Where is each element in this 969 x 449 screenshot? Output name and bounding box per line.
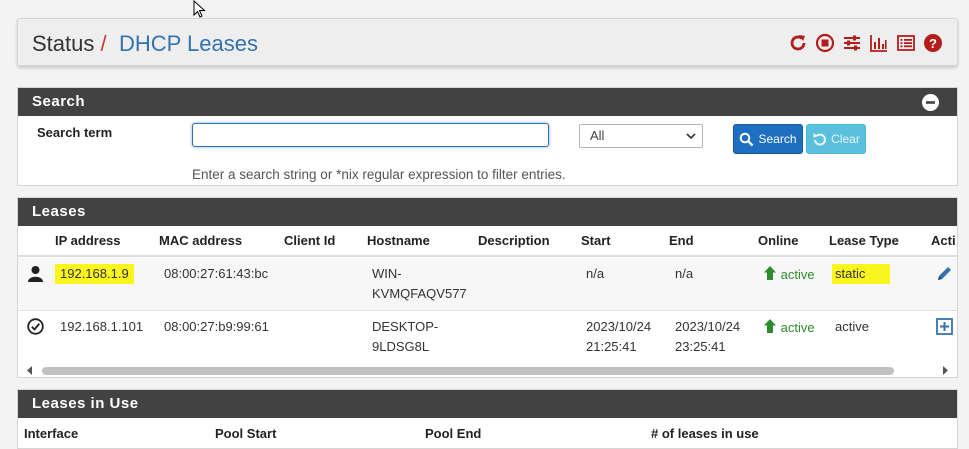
col-header-interface[interactable]: Interface: [24, 426, 78, 441]
lease-hostname-line1: DESKTOP-: [372, 319, 439, 334]
breadcrumb-status[interactable]: Status /: [32, 31, 107, 57]
search-panel: Search Search term All Search Clear Ente…: [17, 87, 958, 186]
arrow-up-icon: [764, 266, 776, 280]
lease-hostname-line2: KVMQFAQV577: [372, 286, 467, 301]
horizontal-scrollbar[interactable]: [24, 365, 951, 377]
search-panel-title: Search: [32, 93, 86, 110]
col-header-description[interactable]: Description: [478, 233, 550, 248]
undo-icon: [813, 132, 827, 146]
lease-end-line1: 2023/10/24: [675, 319, 741, 334]
svg-text:?: ?: [929, 36, 937, 51]
restart-icon[interactable]: [788, 33, 808, 53]
col-header-pool-start[interactable]: Pool Start: [215, 426, 276, 441]
lease-hostname-line2: 9LDSG8L: [372, 339, 430, 354]
edit-pencil-icon[interactable]: [936, 265, 953, 282]
clear-button[interactable]: Clear: [806, 124, 866, 154]
col-header-start[interactable]: Start: [581, 233, 611, 248]
scroll-left-arrow-icon[interactable]: [26, 366, 34, 375]
lease-hostname-line1: WIN-: [372, 266, 402, 281]
col-header-actions[interactable]: Acti: [931, 233, 956, 248]
search-hint-text: Enter a search string or *nix regular ex…: [192, 167, 566, 182]
scroll-right-arrow-icon[interactable]: [941, 366, 949, 375]
leases-panel-title: Leases: [32, 203, 86, 220]
lease-mac: 08:00:27:b9:99:61: [164, 319, 269, 334]
lease-start-line2: 21:25:41: [586, 339, 637, 354]
user-icon: [28, 266, 43, 282]
add-square-icon[interactable]: [936, 318, 953, 335]
lease-type: static: [832, 264, 891, 284]
lease-ip: 192.168.1.9: [55, 264, 134, 284]
leases-in-use-header: Leases in Use: [18, 390, 957, 418]
help-icon[interactable]: ?: [923, 33, 943, 53]
leases-panel-header: Leases: [18, 198, 957, 226]
col-header-client-id[interactable]: Client Id: [284, 233, 335, 248]
search-panel-header: Search: [18, 88, 957, 116]
scrollbar-thumb[interactable]: [42, 367, 894, 375]
lease-online-status: active: [763, 318, 815, 338]
leases-in-use-panel: Leases in Use Interface Pool Start Pool …: [17, 389, 958, 449]
col-header-leases-in-use[interactable]: # of leases in use: [651, 426, 759, 441]
toolbar-icons: ?: [788, 33, 943, 53]
header-divider: [18, 255, 957, 257]
search-term-label: Search term: [37, 125, 113, 140]
col-header-end[interactable]: End: [669, 233, 694, 248]
sliders-icon[interactable]: [842, 33, 862, 53]
stop-icon[interactable]: [815, 33, 835, 53]
mouse-cursor-icon: [193, 0, 206, 18]
search-field-select[interactable]: All: [579, 124, 703, 148]
search-field-selected: All: [590, 128, 605, 143]
search-button[interactable]: Search: [733, 124, 803, 154]
lease-start-line1: 2023/10/24: [586, 319, 652, 334]
lease-type: active: [835, 319, 869, 334]
table-row: [18, 311, 957, 363]
arrow-up-icon: [764, 319, 776, 333]
search-icon: [740, 132, 754, 146]
col-header-pool-end[interactable]: Pool End: [425, 426, 481, 441]
lease-mac: 08:00:27:61:43:bc: [164, 266, 269, 281]
col-header-mac[interactable]: MAC address: [159, 233, 242, 248]
check-circle-icon: [27, 318, 44, 335]
lease-ip: 192.168.1.101: [60, 319, 144, 334]
table-row: [18, 258, 957, 310]
search-input[interactable]: [192, 123, 549, 147]
lease-online-status: active: [763, 265, 815, 285]
col-header-ip[interactable]: IP address: [55, 233, 121, 248]
bar-chart-icon[interactable]: [869, 33, 889, 53]
page-title-bar: Status / DHCP Leases ?: [17, 18, 958, 66]
lease-start-line1: n/a: [586, 266, 605, 281]
lease-end-line2: 23:25:41: [675, 339, 726, 354]
col-header-hostname[interactable]: Hostname: [367, 233, 430, 248]
collapse-minus-icon[interactable]: [922, 94, 939, 111]
leases-panel: Leases IP address MAC address Client Id …: [17, 197, 958, 378]
breadcrumb-page-title[interactable]: DHCP Leases: [119, 31, 258, 57]
chevron-down-icon: [686, 133, 696, 140]
col-header-lease-type[interactable]: Lease Type: [829, 233, 899, 248]
leases-in-use-title: Leases in Use: [32, 395, 139, 412]
lease-end-line1: n/a: [675, 266, 694, 281]
col-header-online[interactable]: Online: [758, 233, 798, 248]
list-icon[interactable]: [896, 33, 916, 53]
